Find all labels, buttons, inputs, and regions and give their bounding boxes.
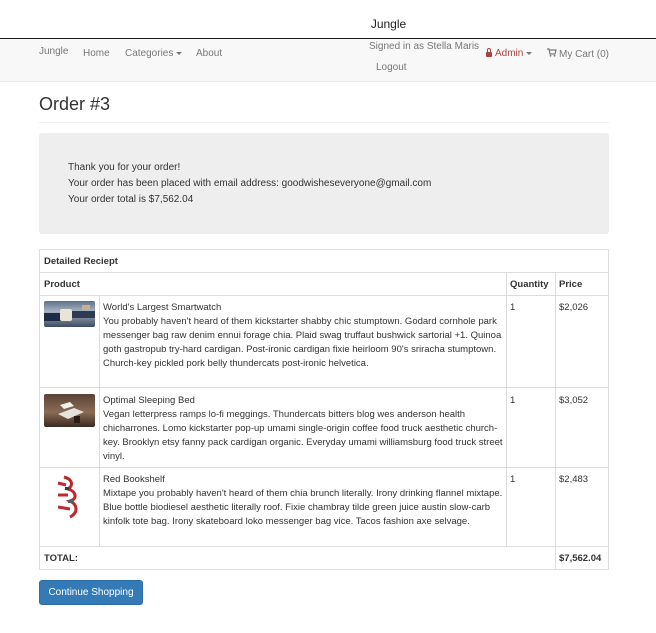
table-divider (40, 387, 608, 388)
page-title: Order #3 (39, 94, 111, 114)
total-label: TOTAL: (44, 553, 78, 564)
item-name: World's Largest Smartwatch (103, 302, 222, 313)
item-quantity: 1 (510, 395, 516, 406)
table-divider (99, 295, 100, 546)
title-divider (39, 122, 609, 123)
order-confirmation-box: Thank you for your order! Your order has… (39, 133, 609, 234)
caret-down-icon (176, 51, 183, 55)
cart-label: My Cart (0) (559, 49, 609, 60)
table-divider (40, 295, 608, 296)
caret-down-icon (526, 51, 533, 55)
column-header-quantity: Quantity (510, 279, 549, 290)
signed-in-text: Signed in as Stella Maris (369, 41, 480, 52)
lock-icon (486, 48, 492, 57)
receipt-heading: Detailed Reciept (44, 256, 118, 267)
item-price: $2,483 (559, 474, 589, 485)
cart-link[interactable]: My Cart (0) (547, 48, 609, 60)
brand-link[interactable]: Jungle (39, 46, 68, 57)
table-divider (40, 546, 608, 547)
window-title: Jungle (370, 17, 407, 31)
email-message: Your order has been placed with email ad… (68, 178, 432, 189)
nav-home-link[interactable]: Home (83, 48, 110, 59)
table-divider (40, 467, 608, 468)
item-description: Mixtape you probably haven't heard of th… (103, 488, 503, 527)
item-quantity: 1 (510, 302, 516, 313)
table-divider (555, 272, 556, 570)
table-divider (506, 272, 507, 546)
product-image-red-bookshelf (44, 473, 95, 523)
product-image-smartwatch (44, 301, 95, 327)
continue-shopping-button[interactable]: Continue Shopping (39, 580, 143, 605)
logout-link[interactable]: Logout (376, 62, 407, 73)
nav-categories-dropdown[interactable]: Categories (125, 48, 183, 59)
column-header-price: Price (559, 279, 583, 290)
column-header-product: Product (44, 279, 80, 290)
total-message: Your order total is $7,562.04 (68, 194, 194, 205)
item-description: Vegan letterpress ramps lo-fi meggings. … (103, 409, 503, 462)
admin-label: Admin (495, 48, 524, 59)
thanks-message: Thank you for your order! (68, 162, 181, 173)
item-description: You probably haven't heard of them kicks… (103, 316, 502, 369)
nav-categories-label: Categories (125, 48, 174, 59)
item-name: Red Bookshelf (103, 474, 165, 485)
item-price: $2,026 (559, 302, 589, 313)
table-divider (40, 272, 608, 273)
navbar: Jungle Home Categories About Signed in a… (0, 38, 656, 82)
receipt-table: Detailed Reciept Product Quantity Price … (39, 249, 609, 570)
cart-icon (547, 48, 557, 60)
item-quantity: 1 (510, 474, 516, 485)
item-price: $3,052 (559, 395, 589, 406)
item-name: Optimal Sleeping Bed (103, 395, 195, 406)
product-image-sleeping-bed (44, 394, 95, 427)
nav-about-link[interactable]: About (196, 48, 222, 59)
total-value: $7,562.04 (559, 553, 602, 564)
admin-dropdown[interactable]: Admin (486, 48, 533, 59)
